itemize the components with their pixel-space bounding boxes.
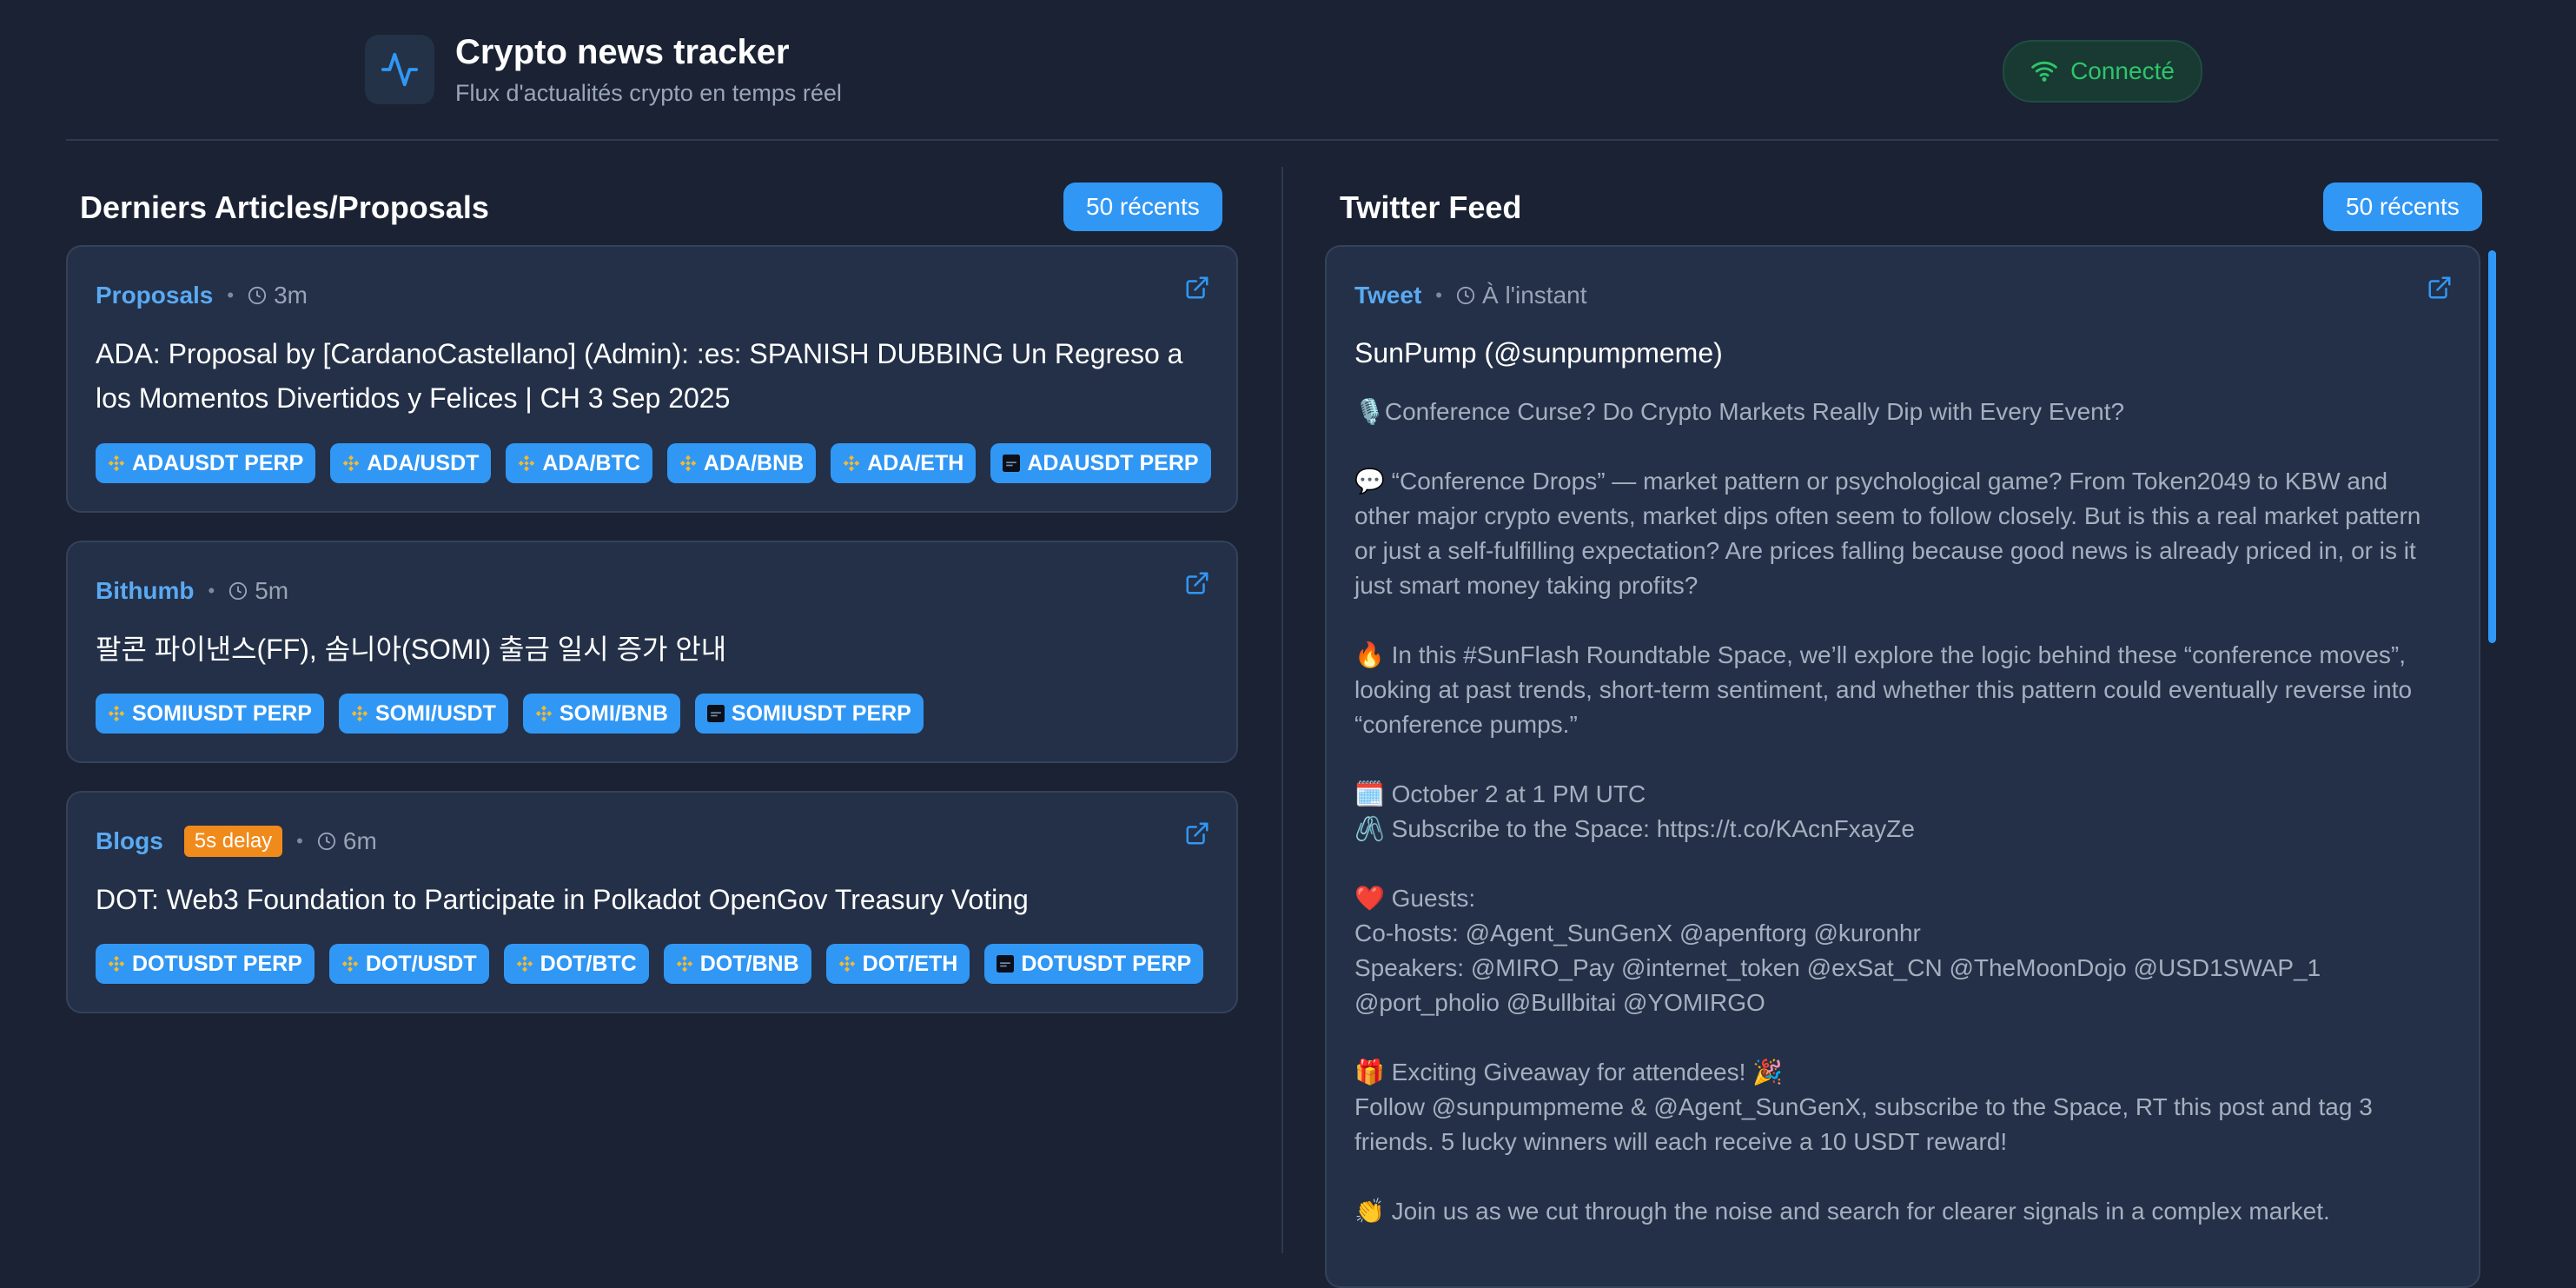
binance-icon xyxy=(351,705,368,722)
tag-label: DOT/ETH xyxy=(862,951,958,976)
clock-icon xyxy=(228,581,248,601)
clock-icon xyxy=(317,832,336,851)
app-header: Crypto news tracker Flux d'actualités cr… xyxy=(0,0,2576,141)
tag-chip[interactable]: ADA/USDT xyxy=(330,443,492,483)
tag-label: SOMI/USDT xyxy=(374,700,496,726)
tag-chip[interactable]: ADAUSDT PERP xyxy=(990,443,1211,483)
tag-label: ADAUSDT PERP xyxy=(132,450,304,475)
separator-dot: • xyxy=(1435,284,1442,306)
article-card[interactable]: Blogs 5s delay • 6m DOT: Web3 Foundation… xyxy=(66,791,1238,1013)
tag-chip[interactable]: SOMI/USDT xyxy=(338,694,508,734)
articles-column-title: Derniers Articles/Proposals xyxy=(80,189,489,225)
binance-icon xyxy=(108,955,125,973)
tag-chip[interactable]: ADA/ETH xyxy=(831,443,977,483)
exchange-logo-icon xyxy=(997,955,1015,973)
tag-chip[interactable]: SOMIUSDT PERP xyxy=(96,694,324,734)
twitter-feed-scrollbar[interactable] xyxy=(2488,250,2496,643)
article-title[interactable]: DOT: Web3 Foundation to Participate in P… xyxy=(96,878,1209,922)
tag-label: ADAUSDT PERP xyxy=(1027,450,1199,475)
tweet-source: Tweet xyxy=(1354,282,1422,309)
tag-label: ADA/USDT xyxy=(367,450,480,475)
tag-label: SOMI/BNB xyxy=(559,700,668,726)
separator-dot: • xyxy=(296,830,303,852)
separator-dot: • xyxy=(227,284,235,306)
wifi-icon xyxy=(2030,57,2058,85)
tag-label: SOMIUSDT PERP xyxy=(731,700,911,726)
delay-badge: 5s delay xyxy=(183,826,283,857)
article-meta: Bithumb • 5m xyxy=(96,575,288,607)
article-title[interactable]: ADA: Proposal by [CardanoCastellano] (Ad… xyxy=(96,332,1209,421)
tag-chip[interactable]: DOT/USDT xyxy=(328,944,489,984)
tag-list: ADAUSDT PERP ADA/USDT ADA/BTC ADA/BNB AD… xyxy=(96,443,1211,483)
external-link-icon[interactable] xyxy=(1184,275,1210,305)
tweet-time: À l'instant xyxy=(1481,282,1587,309)
article-card[interactable]: Bithumb • 5m 팔콘 파이낸스(FF), 솜니아(SOMI) 출금 일… xyxy=(66,541,1238,763)
tag-chip[interactable]: DOTUSDT PERP xyxy=(984,944,1204,984)
article-time: 3m xyxy=(274,282,308,309)
article-source: Bithumb xyxy=(96,577,195,604)
tag-label: DOT/BTC xyxy=(540,951,637,976)
external-link-icon[interactable] xyxy=(2427,275,2453,305)
tag-chip[interactable]: ADA/BNB xyxy=(666,443,817,483)
tag-label: ADA/ETH xyxy=(867,450,964,475)
separator-dot: • xyxy=(208,580,215,601)
tag-label: SOMIUSDT PERP xyxy=(132,700,312,726)
binance-icon xyxy=(535,705,553,722)
binance-icon xyxy=(676,955,693,973)
article-time: 5m xyxy=(255,577,289,604)
exchange-logo-icon xyxy=(1003,455,1021,472)
tag-chip[interactable]: ADAUSDT PERP xyxy=(96,443,316,483)
article-meta: Blogs 5s delay • 6m xyxy=(96,826,377,857)
tag-label: DOT/USDT xyxy=(365,951,477,976)
tweet-author[interactable]: SunPump (@sunpumpmeme) xyxy=(1354,337,1723,369)
exchange-logo-icon xyxy=(706,705,725,722)
twitter-column-title: Twitter Feed xyxy=(1340,189,1522,225)
tag-chip[interactable]: SOMI/BNB xyxy=(522,694,680,734)
clock-icon xyxy=(1456,286,1475,305)
twitter-count-badge: 50 récents xyxy=(2323,183,2482,231)
tag-chip[interactable]: ADA/BTC xyxy=(506,443,652,483)
tag-chip[interactable]: DOT/BNB xyxy=(663,944,811,984)
binance-icon xyxy=(341,955,359,973)
connection-status-label: Connecté xyxy=(2070,57,2175,84)
tag-chip[interactable]: DOT/ETH xyxy=(825,944,970,984)
tag-list: SOMIUSDT PERP SOMI/USDT SOMI/BNB SOMIUSD… xyxy=(96,694,924,734)
article-time: 6m xyxy=(342,827,377,854)
tweet-meta: Tweet • À l'instant xyxy=(1354,280,1587,311)
article-source: Blogs xyxy=(96,827,163,854)
binance-icon xyxy=(518,455,535,472)
external-link-icon[interactable] xyxy=(1184,570,1210,601)
tag-label: ADA/BTC xyxy=(542,450,640,475)
binance-icon xyxy=(342,455,360,472)
header-divider xyxy=(66,139,2499,141)
app-subtitle: Flux d'actualités crypto en temps réel xyxy=(455,80,842,106)
external-link-icon[interactable] xyxy=(1184,820,1210,851)
column-divider xyxy=(1281,167,1283,1253)
tag-label: ADA/BNB xyxy=(703,450,805,475)
binance-icon xyxy=(516,955,533,973)
tag-chip[interactable]: DOT/BTC xyxy=(503,944,649,984)
connection-status-badge: Connecté xyxy=(2003,40,2202,103)
article-card[interactable]: Proposals • 3m ADA: Proposal by [Cardano… xyxy=(66,245,1238,513)
binance-icon xyxy=(843,455,860,472)
article-title[interactable]: 팔콘 파이낸스(FF), 솜니아(SOMI) 출금 일시 증가 안내 xyxy=(96,627,1209,672)
binance-icon xyxy=(838,955,856,973)
article-meta: Proposals • 3m xyxy=(96,280,308,311)
tag-label: DOTUSDT PERP xyxy=(132,951,302,976)
binance-icon xyxy=(108,705,125,722)
binance-icon xyxy=(679,455,697,472)
article-source: Proposals xyxy=(96,282,214,309)
tag-list: DOTUSDT PERP DOT/USDT DOT/BTC DOT/BNB DO… xyxy=(96,944,1204,984)
tag-label: DOT/BNB xyxy=(699,951,799,976)
articles-count-badge: 50 récents xyxy=(1063,183,1222,231)
tweet-body: 🎙️Conference Curse? Do Crypto Markets Re… xyxy=(1354,398,2421,1225)
tag-chip[interactable]: DOTUSDT PERP xyxy=(96,944,315,984)
binance-icon xyxy=(108,455,125,472)
tag-chip[interactable]: SOMIUSDT PERP xyxy=(694,694,924,734)
tweet-card[interactable]: Tweet • À l'instant SunPump (@sunpumpmem… xyxy=(1325,245,2480,1288)
tag-label: DOTUSDT PERP xyxy=(1021,951,1192,976)
activity-logo-icon xyxy=(365,35,434,104)
clock-icon xyxy=(248,286,267,305)
app-title: Crypto news tracker xyxy=(455,33,790,71)
